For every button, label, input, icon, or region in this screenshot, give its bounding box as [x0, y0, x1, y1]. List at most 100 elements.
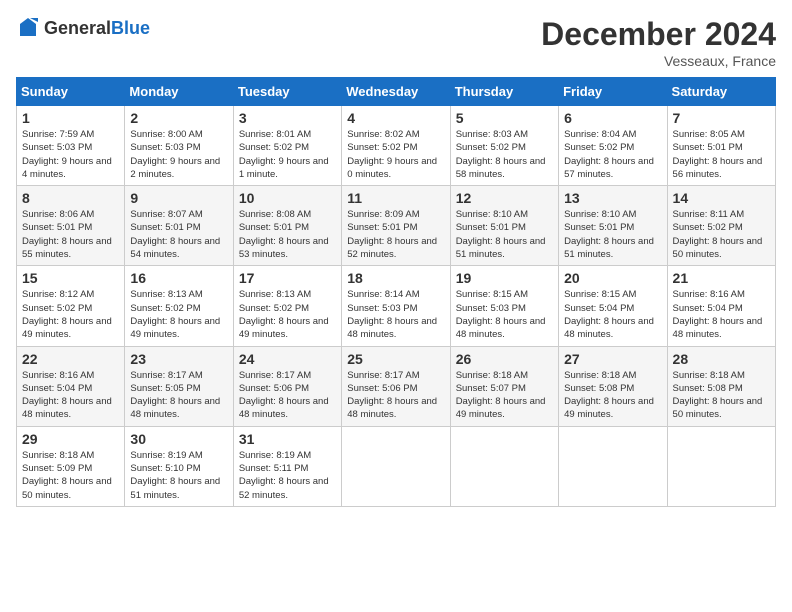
- logo: GeneralBlue: [16, 16, 150, 40]
- calendar-day-cell: 25Sunrise: 8:17 AM Sunset: 5:06 PM Dayli…: [342, 346, 450, 426]
- calendar-day-cell: [342, 426, 450, 506]
- day-number: 13: [564, 190, 661, 206]
- calendar-day-cell: 1 Sunrise: 7:59 AM Sunset: 5:03 PM Daylig…: [17, 106, 125, 186]
- day-info: Sunrise: 8:07 AM Sunset: 5:01 PM Dayligh…: [130, 208, 227, 261]
- calendar-week-row: 15 Sunrise: 8:12 AM Sunset: 5:02 PM Dayli…: [17, 266, 776, 346]
- weekday-header: Saturday: [667, 78, 775, 106]
- day-number: 21: [673, 270, 770, 286]
- calendar-week-row: 29Sunrise: 8:18 AM Sunset: 5:09 PM Dayli…: [17, 426, 776, 506]
- day-number: 9: [130, 190, 227, 206]
- day-info: Sunrise: 8:15 AM Sunset: 5:04 PM Dayligh…: [564, 288, 661, 341]
- calendar-day-cell: 24 Sunrise: 8:17 AM Sunset: 5:06 PM Dayli…: [233, 346, 341, 426]
- day-info: Sunrise: 8:16 AM Sunset: 5:04 PM Dayligh…: [22, 369, 119, 422]
- weekday-header: Friday: [559, 78, 667, 106]
- calendar-day-cell: 13 Sunrise: 8:10 AM Sunset: 5:01 PM Dayli…: [559, 186, 667, 266]
- day-info: Sunrise: 7:59 AM Sunset: 5:03 PM Dayligh…: [22, 128, 119, 181]
- calendar-day-cell: 9 Sunrise: 8:07 AM Sunset: 5:01 PM Daylig…: [125, 186, 233, 266]
- calendar-day-cell: [450, 426, 558, 506]
- day-number: 8: [22, 190, 119, 206]
- day-number: 28: [673, 351, 770, 367]
- calendar-day-cell: 8 Sunrise: 8:06 AM Sunset: 5:01 PM Daylig…: [17, 186, 125, 266]
- day-info: Sunrise: 8:01 AM Sunset: 5:02 PM Dayligh…: [239, 128, 336, 181]
- day-info: Sunrise: 8:12 AM Sunset: 5:02 PM Dayligh…: [22, 288, 119, 341]
- weekday-header: Tuesday: [233, 78, 341, 106]
- day-info: Sunrise: 8:10 AM Sunset: 5:01 PM Dayligh…: [456, 208, 553, 261]
- day-number: 5: [456, 110, 553, 126]
- day-info: Sunrise: 8:18 AM Sunset: 5:08 PM Dayligh…: [564, 369, 661, 422]
- day-info: Sunrise: 8:15 AM Sunset: 5:03 PM Dayligh…: [456, 288, 553, 341]
- calendar-day-cell: 23Sunrise: 8:17 AM Sunset: 5:05 PM Dayli…: [125, 346, 233, 426]
- day-number: 31: [239, 431, 336, 447]
- day-info: Sunrise: 8:04 AM Sunset: 5:02 PM Dayligh…: [564, 128, 661, 181]
- calendar-day-cell: 18 Sunrise: 8:14 AM Sunset: 5:03 PM Dayli…: [342, 266, 450, 346]
- logo-blue: Blue: [111, 18, 150, 38]
- day-info: Sunrise: 8:18 AM Sunset: 5:09 PM Dayligh…: [22, 449, 119, 502]
- day-info: Sunrise: 8:14 AM Sunset: 5:03 PM Dayligh…: [347, 288, 444, 341]
- calendar-day-cell: [559, 426, 667, 506]
- day-number: 7: [673, 110, 770, 126]
- calendar-day-cell: 28 Sunrise: 8:18 AM Sunset: 5:08 PM Dayli…: [667, 346, 775, 426]
- weekday-header: Thursday: [450, 78, 558, 106]
- calendar-day-cell: 16 Sunrise: 8:13 AM Sunset: 5:02 PM Dayli…: [125, 266, 233, 346]
- calendar-day-cell: 19Sunrise: 8:15 AM Sunset: 5:03 PM Dayli…: [450, 266, 558, 346]
- day-number: 1: [22, 110, 119, 126]
- day-info: Sunrise: 8:10 AM Sunset: 5:01 PM Dayligh…: [564, 208, 661, 261]
- weekday-header: Wednesday: [342, 78, 450, 106]
- day-number: 6: [564, 110, 661, 126]
- calendar-week-row: 1 Sunrise: 7:59 AM Sunset: 5:03 PM Daylig…: [17, 106, 776, 186]
- logo-icon: [16, 16, 40, 40]
- day-info: Sunrise: 8:13 AM Sunset: 5:02 PM Dayligh…: [130, 288, 227, 341]
- day-info: Sunrise: 8:00 AM Sunset: 5:03 PM Dayligh…: [130, 128, 227, 181]
- title-block: December 2024 Vesseaux, France: [541, 16, 776, 69]
- day-number: 24: [239, 351, 336, 367]
- day-number: 27: [564, 351, 661, 367]
- calendar-day-cell: 4 Sunrise: 8:02 AM Sunset: 5:02 PM Daylig…: [342, 106, 450, 186]
- day-number: 26: [456, 351, 553, 367]
- page-header: GeneralBlue December 2024 Vesseaux, Fran…: [16, 16, 776, 69]
- day-number: 17: [239, 270, 336, 286]
- day-info: Sunrise: 8:17 AM Sunset: 5:06 PM Dayligh…: [239, 369, 336, 422]
- day-info: Sunrise: 8:11 AM Sunset: 5:02 PM Dayligh…: [673, 208, 770, 261]
- weekday-header: Monday: [125, 78, 233, 106]
- day-info: Sunrise: 8:17 AM Sunset: 5:06 PM Dayligh…: [347, 369, 444, 422]
- day-info: Sunrise: 8:19 AM Sunset: 5:11 PM Dayligh…: [239, 449, 336, 502]
- day-info: Sunrise: 8:06 AM Sunset: 5:01 PM Dayligh…: [22, 208, 119, 261]
- day-info: Sunrise: 8:02 AM Sunset: 5:02 PM Dayligh…: [347, 128, 444, 181]
- day-info: Sunrise: 8:19 AM Sunset: 5:10 PM Dayligh…: [130, 449, 227, 502]
- day-number: 10: [239, 190, 336, 206]
- month-title: December 2024: [541, 16, 776, 53]
- day-number: 16: [130, 270, 227, 286]
- day-number: 2: [130, 110, 227, 126]
- calendar-day-cell: 12Sunrise: 8:10 AM Sunset: 5:01 PM Dayli…: [450, 186, 558, 266]
- weekday-header: Sunday: [17, 78, 125, 106]
- day-number: 30: [130, 431, 227, 447]
- calendar-day-cell: 7 Sunrise: 8:05 AM Sunset: 5:01 PM Daylig…: [667, 106, 775, 186]
- calendar-day-cell: 30 Sunrise: 8:19 AM Sunset: 5:10 PM Dayli…: [125, 426, 233, 506]
- location: Vesseaux, France: [541, 53, 776, 69]
- calendar-day-cell: 6 Sunrise: 8:04 AM Sunset: 5:02 PM Daylig…: [559, 106, 667, 186]
- calendar-day-cell: 10 Sunrise: 8:08 AM Sunset: 5:01 PM Dayli…: [233, 186, 341, 266]
- day-number: 18: [347, 270, 444, 286]
- day-number: 14: [673, 190, 770, 206]
- day-number: 11: [347, 190, 444, 206]
- day-info: Sunrise: 8:18 AM Sunset: 5:08 PM Dayligh…: [673, 369, 770, 422]
- calendar-day-cell: 14 Sunrise: 8:11 AM Sunset: 5:02 PM Dayli…: [667, 186, 775, 266]
- calendar-day-cell: 27 Sunrise: 8:18 AM Sunset: 5:08 PM Dayli…: [559, 346, 667, 426]
- day-info: Sunrise: 8:13 AM Sunset: 5:02 PM Dayligh…: [239, 288, 336, 341]
- day-info: Sunrise: 8:17 AM Sunset: 5:05 PM Dayligh…: [130, 369, 227, 422]
- day-info: Sunrise: 8:05 AM Sunset: 5:01 PM Dayligh…: [673, 128, 770, 181]
- calendar-day-cell: 31 Sunrise: 8:19 AM Sunset: 5:11 PM Dayli…: [233, 426, 341, 506]
- day-number: 15: [22, 270, 119, 286]
- day-info: Sunrise: 8:03 AM Sunset: 5:02 PM Dayligh…: [456, 128, 553, 181]
- day-number: 4: [347, 110, 444, 126]
- calendar-day-cell: 22Sunrise: 8:16 AM Sunset: 5:04 PM Dayli…: [17, 346, 125, 426]
- calendar-table: SundayMondayTuesdayWednesdayThursdayFrid…: [16, 77, 776, 507]
- calendar-day-cell: 20Sunrise: 8:15 AM Sunset: 5:04 PM Dayli…: [559, 266, 667, 346]
- day-number: 3: [239, 110, 336, 126]
- calendar-day-cell: 2 Sunrise: 8:00 AM Sunset: 5:03 PM Daylig…: [125, 106, 233, 186]
- day-info: Sunrise: 8:08 AM Sunset: 5:01 PM Dayligh…: [239, 208, 336, 261]
- calendar-day-cell: 11 Sunrise: 8:09 AM Sunset: 5:01 PM Dayli…: [342, 186, 450, 266]
- day-info: Sunrise: 8:09 AM Sunset: 5:01 PM Dayligh…: [347, 208, 444, 261]
- calendar-day-cell: 29Sunrise: 8:18 AM Sunset: 5:09 PM Dayli…: [17, 426, 125, 506]
- day-info: Sunrise: 8:16 AM Sunset: 5:04 PM Dayligh…: [673, 288, 770, 341]
